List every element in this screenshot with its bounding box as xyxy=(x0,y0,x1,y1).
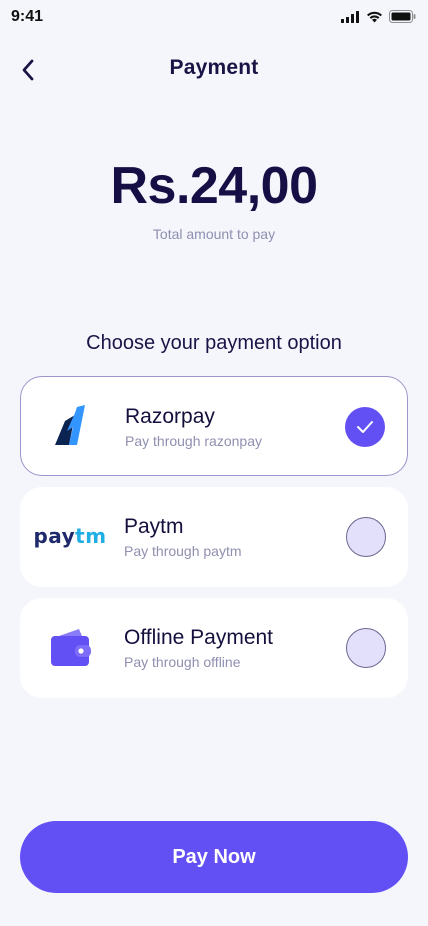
payment-option-paytm[interactable]: paytm Paytm Pay through paytm xyxy=(20,487,408,587)
razorpay-logo xyxy=(39,402,103,450)
battery-icon xyxy=(389,10,416,23)
option-description: Pay through paytm xyxy=(124,543,242,559)
page-title: Payment xyxy=(169,56,259,79)
payment-option-offline[interactable]: Offline Payment Pay through offline xyxy=(20,598,408,698)
signal-icon xyxy=(341,10,359,23)
option-description: Pay through offline xyxy=(124,654,241,670)
header: Payment xyxy=(0,48,428,92)
payment-option-razorpay[interactable]: Razorpay Pay through razonpay xyxy=(20,376,408,476)
status-icons xyxy=(341,10,416,23)
option-radio-selected[interactable] xyxy=(345,407,385,447)
option-name: Paytm xyxy=(124,515,184,538)
checkmark-icon xyxy=(357,421,373,433)
total-amount-caption: Total amount to pay xyxy=(152,226,276,242)
option-name: Razorpay xyxy=(125,405,215,428)
wallet-icon xyxy=(38,623,102,671)
option-name: Offline Payment xyxy=(124,626,274,649)
status-bar: 9:41 xyxy=(0,0,428,36)
total-amount: Rs.24,00 xyxy=(110,157,318,215)
payment-options-title: Choose your payment option xyxy=(86,332,342,354)
wifi-icon xyxy=(367,11,382,23)
option-description: Pay through razonpay xyxy=(125,433,262,449)
option-radio[interactable] xyxy=(346,628,386,668)
option-radio[interactable] xyxy=(346,517,386,557)
status-time: 9:41 xyxy=(11,8,44,25)
paytm-logo: paytm xyxy=(33,524,107,548)
pay-now-button[interactable]: Pay Now xyxy=(20,821,408,893)
